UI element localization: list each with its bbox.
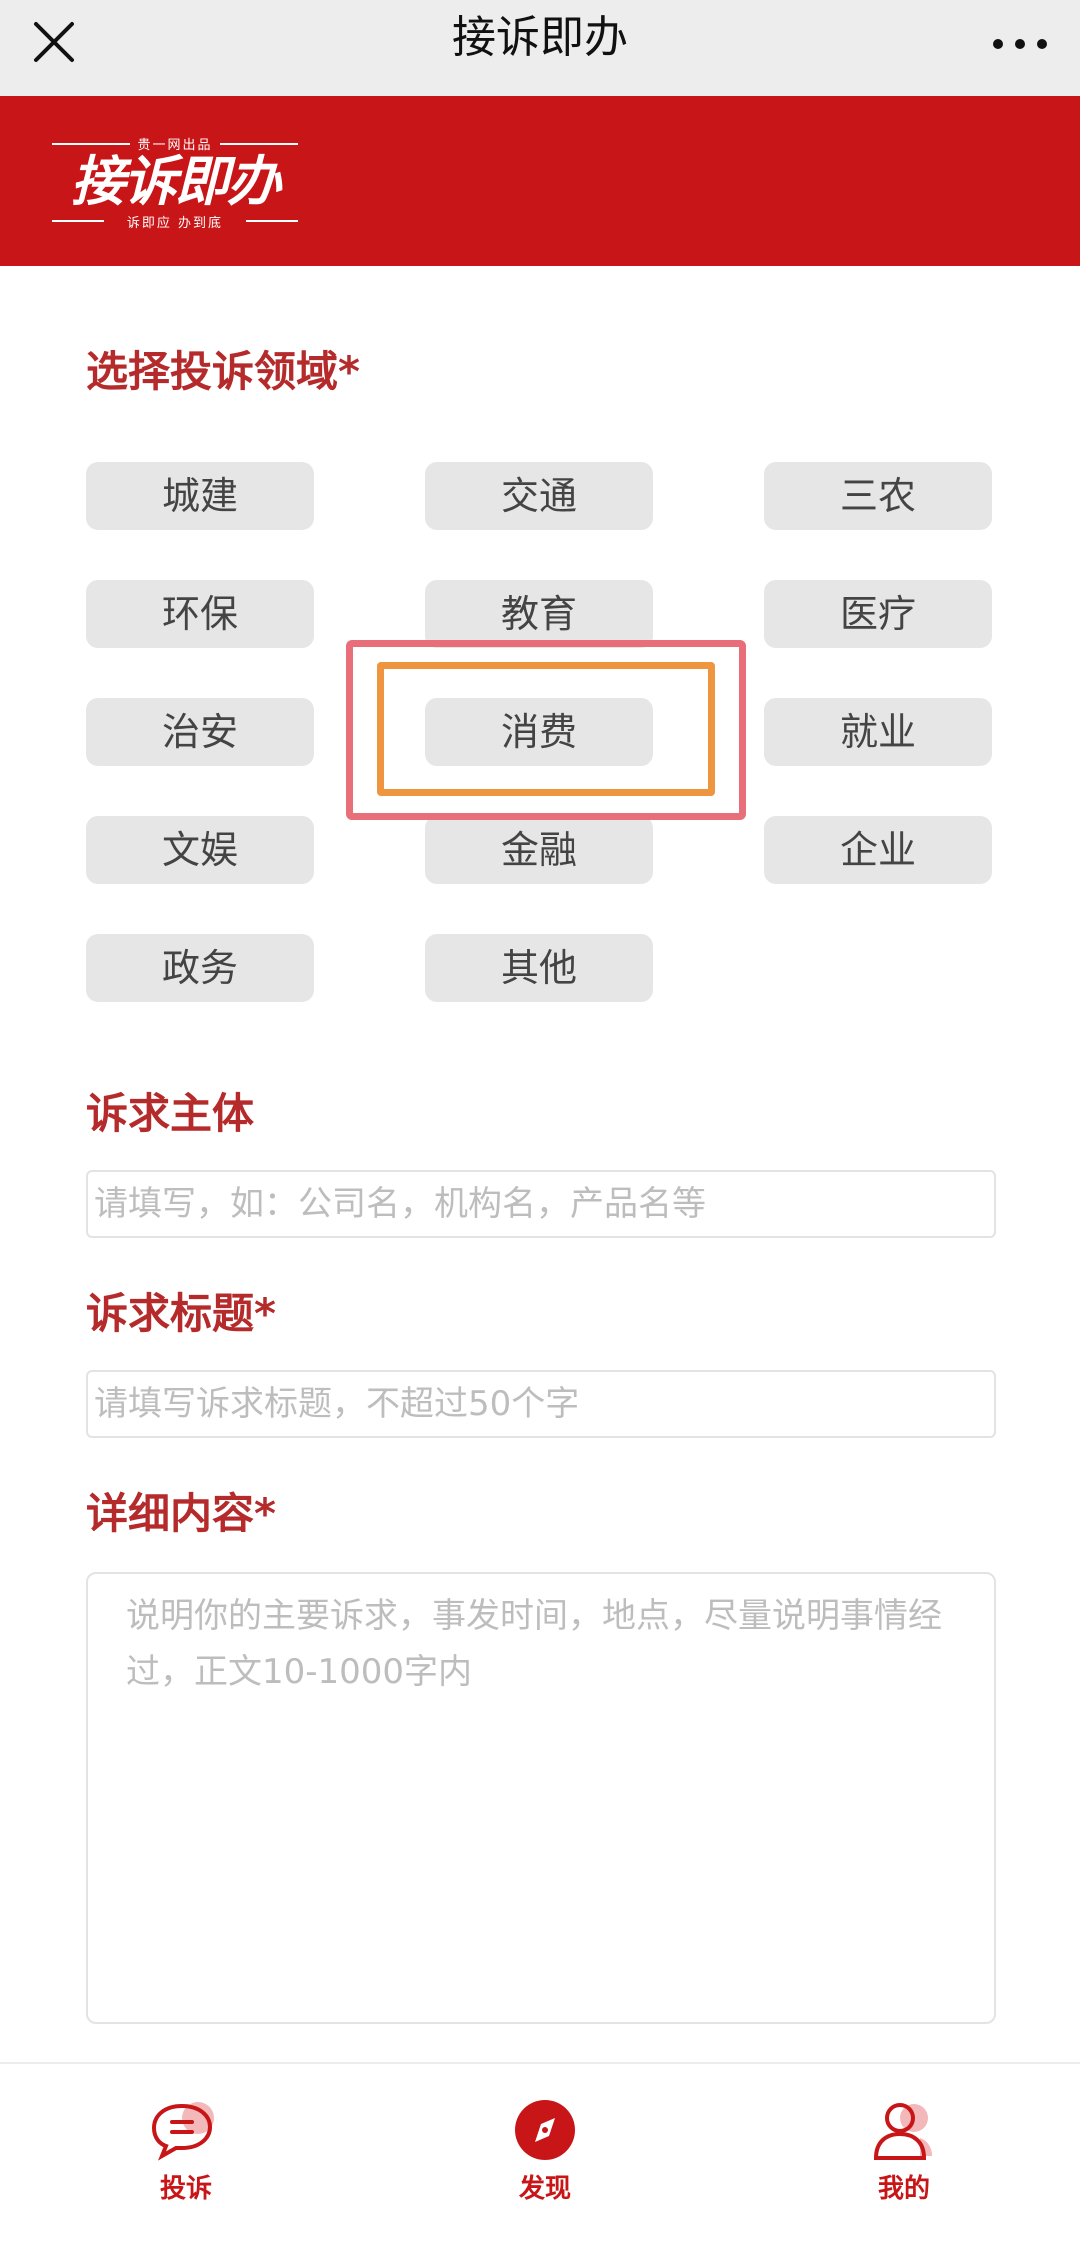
- logo-divider: [246, 220, 298, 222]
- category-qita[interactable]: 其他: [425, 934, 653, 1002]
- category-jiaoyu[interactable]: 教育: [425, 580, 653, 648]
- category-sannong[interactable]: 三农: [764, 462, 992, 530]
- more-button[interactable]: [990, 14, 1050, 70]
- category-jiuye[interactable]: 就业: [764, 698, 992, 766]
- category-section-title: 选择投诉领域*: [86, 347, 360, 396]
- tab-label-discover: 发现: [518, 2174, 571, 2204]
- topic-label: 诉求标题*: [86, 1289, 276, 1338]
- tab-complaint[interactable]: 投诉: [106, 2098, 266, 2218]
- detail-textarea[interactable]: [86, 1572, 996, 2024]
- category-zhengwu[interactable]: 政务: [86, 934, 314, 1002]
- detail-label: 详细内容*: [86, 1489, 276, 1538]
- bottom-tab-bar: 投诉 发现 我的: [0, 2062, 1080, 2242]
- more-dots-icon: [993, 39, 1047, 49]
- category-qiye[interactable]: 企业: [764, 816, 992, 884]
- subject-input[interactable]: [86, 1170, 996, 1238]
- topic-input[interactable]: [86, 1370, 996, 1438]
- category-yiliao[interactable]: 医疗: [764, 580, 992, 648]
- tab-label-mine: 我的: [877, 2174, 930, 2204]
- compass-icon: [515, 2100, 575, 2160]
- user-icon: [873, 2103, 932, 2160]
- tab-mine[interactable]: 我的: [824, 2098, 984, 2218]
- chat-bubble-icon: [151, 2102, 214, 2161]
- category-chenjian[interactable]: 城建: [86, 462, 314, 530]
- top-nav-bar: 接诉即办: [0, 0, 1080, 96]
- logo-wordmark: 接诉即办: [71, 150, 281, 213]
- highlight-box-inner: [377, 662, 715, 796]
- tab-label-complaint: 投诉: [159, 2174, 212, 2204]
- category-jiaotong[interactable]: 交通: [425, 462, 653, 530]
- brand-logo: 贵一网出品 接诉即办 诉即应 办到底: [50, 134, 300, 231]
- category-huanbao[interactable]: 环保: [86, 580, 314, 648]
- category-zhian[interactable]: 治安: [86, 698, 314, 766]
- page-title: 接诉即办: [452, 12, 628, 63]
- tab-discover[interactable]: 发现: [465, 2098, 625, 2218]
- category-wenyu[interactable]: 文娱: [86, 816, 314, 884]
- logo-divider: [220, 143, 298, 145]
- subject-label: 诉求主体: [86, 1089, 255, 1138]
- category-jinrong[interactable]: 金融: [425, 816, 653, 884]
